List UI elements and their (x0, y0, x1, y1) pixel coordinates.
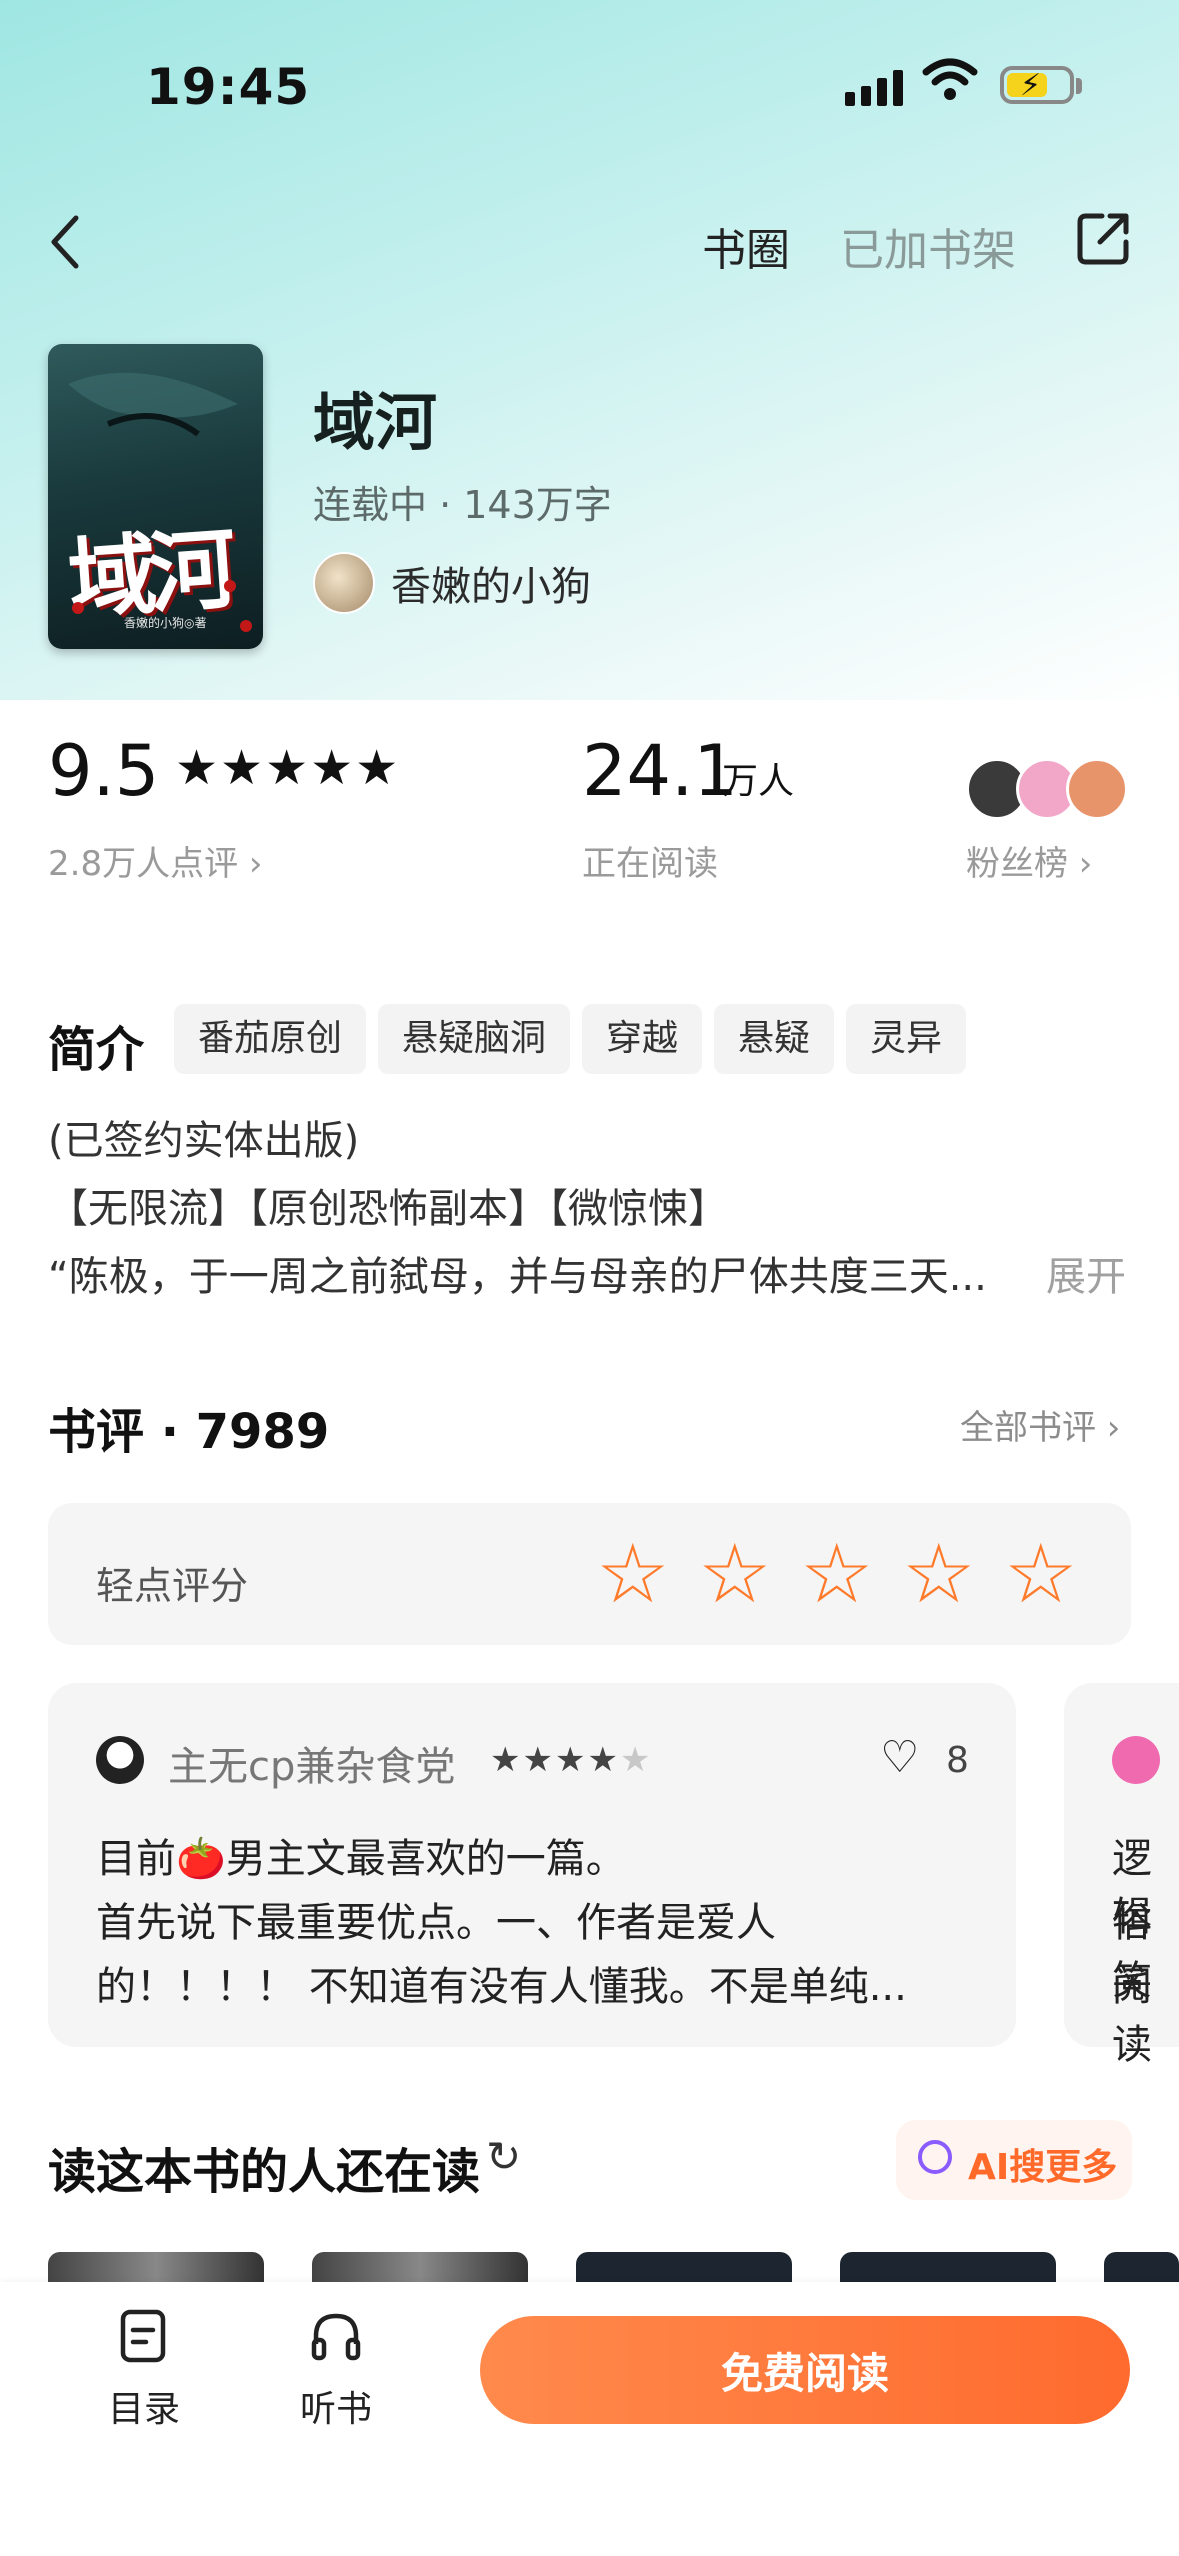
author-row[interactable]: 香嫩的小狗 (313, 552, 591, 614)
tag-chip[interactable]: 灵异 (846, 1004, 967, 1074)
added-to-shelf-button[interactable]: 已加书架 (840, 214, 1016, 278)
quick-rating-label: 轻点评分 (96, 1564, 249, 1608)
readers-unit: 万人 (722, 761, 795, 802)
book-cover[interactable]: 域河 香嫩的小狗◎著 (48, 344, 263, 649)
also-reading-title: 读这本书的人还在读 (48, 2144, 481, 2200)
cover-art (68, 372, 238, 437)
tag-chip[interactable]: 番茄原创 (174, 1004, 367, 1074)
listen-label[interactable]: 听书 (300, 2380, 372, 2432)
expand-intro-button[interactable]: 展开 (1046, 1244, 1126, 1302)
intro-title: 简介 (48, 1022, 145, 1078)
cover-drop (72, 602, 84, 614)
reviewer-name[interactable]: 主无cp兼杂食党 (168, 1734, 455, 1792)
readers-label: 正在阅读 (582, 844, 718, 884)
intro-text: “陈极，于一周之前弑母，并与母亲的尸体共度三天... (48, 1254, 987, 1300)
battery-tip (1076, 78, 1082, 94)
free-read-button[interactable]: 免费阅读 (480, 2316, 1130, 2424)
author-avatar (313, 552, 375, 614)
toc-label[interactable]: 目录 (108, 2380, 180, 2432)
all-reviews-link[interactable]: 全部书评 › (960, 1400, 1120, 1449)
battery-icon: ⚡ (1000, 66, 1074, 104)
back-button[interactable] (46, 212, 86, 276)
rating-stars: ★★★★★ (175, 740, 401, 796)
refresh-icon[interactable]: ↻ (486, 2132, 521, 2181)
wifi-icon (922, 56, 978, 106)
reviews-title: 书评 · 7989 (48, 1404, 330, 1460)
tag-chip[interactable]: 悬疑脑洞 (378, 1004, 571, 1074)
review-text: 的！！！！ 不知道有没有人懂我。不是单纯... (96, 1964, 907, 2010)
cover-drop (224, 580, 236, 592)
toc-icon[interactable] (118, 2308, 168, 2368)
intro-text: (已签约实体出版) (48, 1118, 360, 1164)
book-title: 域河 (313, 386, 438, 459)
rate-star-icon[interactable]: ☆ (902, 1530, 976, 1620)
review-stars: ★★★★★ (490, 1740, 653, 1780)
reviewer-avatar (1112, 1736, 1160, 1784)
cover-author: 香嫩的小狗◎著 (124, 616, 207, 630)
rating-score: 9.5 (48, 730, 160, 812)
heart-icon[interactable]: ♡ (880, 1732, 919, 1783)
rate-star-icon[interactable]: ☆ (1004, 1530, 1078, 1620)
book-circle-link[interactable]: 书圈 (702, 214, 790, 278)
search-icon (918, 2140, 952, 2174)
share-icon[interactable] (1076, 210, 1132, 270)
like-count: 8 (946, 1740, 969, 1781)
reviewer-avatar (96, 1736, 144, 1784)
fan-avatars[interactable] (966, 758, 1128, 820)
tag-chip[interactable]: 悬疑 (714, 1004, 835, 1074)
review-text: 阅读 (1112, 1964, 1152, 2068)
intro-text: 【无限流】【原创恐怖副本】【微惊悚】 (48, 1186, 728, 1232)
fan-avatar (1066, 758, 1128, 820)
readers-count: 24.1 (582, 730, 738, 812)
signal-icon (845, 68, 903, 106)
review-text: 首先说下最重要优点。一、作者是爱人 (96, 1900, 776, 1946)
headphones-icon[interactable] (308, 2308, 364, 2368)
rating-count-link[interactable]: 2.8万人点评 › (48, 836, 262, 885)
ai-search-label: AI搜更多 (968, 2147, 1118, 2188)
cover-drop (240, 620, 252, 632)
book-meta: 连载中 · 143万字 (313, 483, 612, 527)
fans-ranking-link[interactable]: 粉丝榜 › (966, 836, 1092, 885)
tag-chip[interactable]: 穿越 (582, 1004, 703, 1074)
rate-star-icon[interactable]: ☆ (596, 1530, 670, 1620)
status-time: 19:45 (146, 58, 311, 116)
rate-star-icon[interactable]: ☆ (698, 1530, 772, 1620)
review-text: 目前🍅男主文最喜欢的一篇。 (96, 1836, 626, 1882)
rate-star-icon[interactable]: ☆ (800, 1530, 874, 1620)
author-name: 香嫩的小狗 (391, 564, 591, 610)
